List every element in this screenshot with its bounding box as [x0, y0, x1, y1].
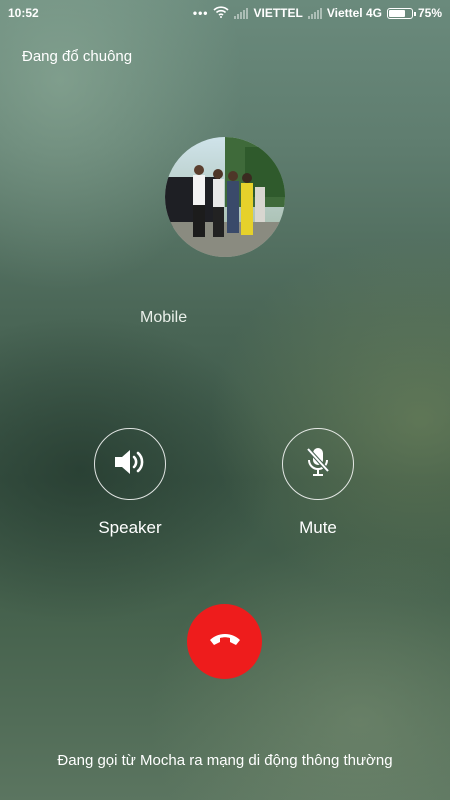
carrier-name-1: VIETTEL — [253, 6, 303, 20]
status-bar: 10:52 ••• VIETTEL Viettel 4G 75% — [0, 0, 450, 26]
speaker-label: Speaker — [98, 518, 162, 537]
avatar — [165, 137, 285, 257]
battery-fill — [388, 9, 406, 17]
wifi-icon — [213, 5, 230, 21]
status-indicators: ••• VIETTEL Viettel 4G 75% — [192, 5, 442, 21]
speaker-icon — [113, 447, 147, 482]
mute-button[interactable] — [282, 428, 354, 500]
signal-icon-2 — [307, 7, 322, 19]
battery-percent: 75% — [417, 6, 442, 20]
signal-icon — [234, 7, 249, 19]
notification-dots: ••• — [192, 6, 209, 20]
speaker-button[interactable] — [94, 428, 166, 500]
footer-note: Đang gọi từ Mocha ra mạng di động thông … — [57, 752, 393, 769]
battery-icon — [386, 7, 416, 19]
mute-label: Mute — [299, 518, 337, 537]
end-call-icon — [208, 631, 242, 652]
microphone-muted-icon — [305, 446, 331, 483]
call-state-text: Đang đổ chuông — [22, 48, 133, 65]
callee-label: Mobile — [140, 309, 188, 326]
end-call-button[interactable] — [187, 604, 262, 679]
carrier-name-2: Viettel 4G — [326, 6, 382, 20]
status-time: 10:52 — [8, 6, 39, 20]
